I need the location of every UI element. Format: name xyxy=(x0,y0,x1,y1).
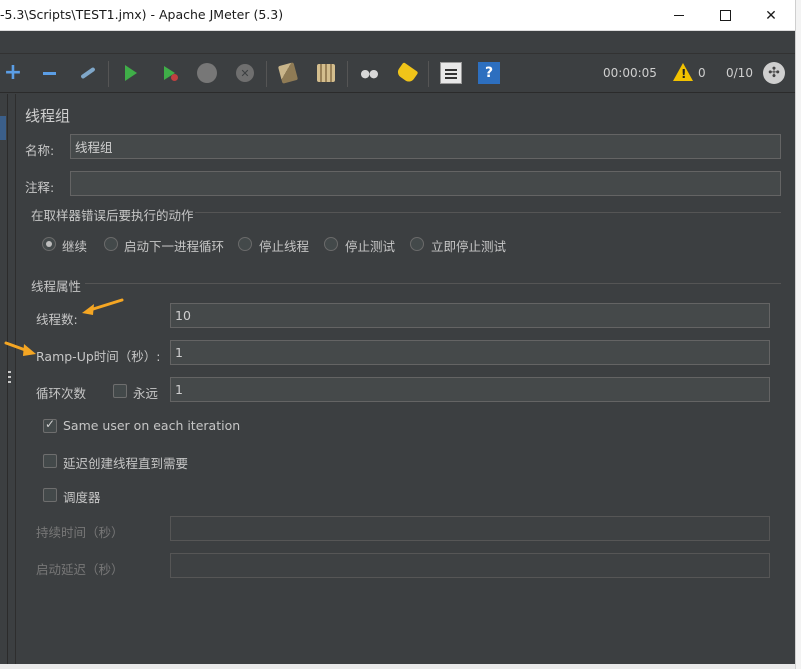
rampup-label: Ramp-Up时间（秒）: xyxy=(36,349,161,364)
radio-continue-label: 继续 xyxy=(62,239,88,254)
section-divider xyxy=(195,212,781,213)
page-title: 线程组 xyxy=(25,107,71,125)
toolbar-separator xyxy=(108,61,109,87)
forever-checkbox[interactable] xyxy=(113,384,127,398)
rampup-field[interactable] xyxy=(170,340,770,365)
same-user-label: Same user on each iteration xyxy=(63,418,241,433)
reset-search-icon[interactable] xyxy=(396,62,418,84)
startup-delay-field[interactable] xyxy=(170,553,770,578)
start-icon[interactable] xyxy=(120,62,142,84)
loop-count-label: 循环次数 xyxy=(36,386,87,401)
close-icon[interactable] xyxy=(748,0,794,31)
radio-stop-test[interactable] xyxy=(324,237,338,251)
comment-label: 注释: xyxy=(25,180,55,195)
delay-thread-creation-label: 延迟创建线程直到需要 xyxy=(63,456,189,471)
radio-stop-test-now-label: 立即停止测试 xyxy=(431,239,507,254)
taskbar-edge xyxy=(0,664,795,669)
thread-properties-section-title: 线程属性 xyxy=(31,279,82,294)
help-icon[interactable]: ? xyxy=(478,62,500,84)
section-divider xyxy=(85,283,781,284)
clear-all-icon[interactable] xyxy=(315,62,337,84)
active-threads: 0/10 xyxy=(726,66,753,80)
error-action-section-title: 在取样器错误后要执行的动作 xyxy=(31,208,194,223)
thread-group-panel: 线程组 名称: 注释: 在取样器错误后要执行的动作 继续 启动下一进程循环 停止… xyxy=(17,94,795,664)
same-user-checkbox[interactable] xyxy=(43,417,57,433)
delay-thread-creation-checkbox[interactable] xyxy=(43,454,57,468)
radio-stop-test-now[interactable] xyxy=(410,237,424,251)
remove-icon[interactable] xyxy=(38,62,60,84)
warning-count: 0 xyxy=(698,66,706,80)
menu-bar-area xyxy=(0,31,795,53)
forever-label: 永远 xyxy=(133,386,159,401)
warning-icon[interactable] xyxy=(673,63,693,81)
jmeter-app: ? 00:00:05 0 0/10 线程组 名称: 注释: 在取样器错误后要执行… xyxy=(0,31,795,664)
radio-stop-test-label: 停止测试 xyxy=(345,239,396,254)
stop-icon[interactable] xyxy=(196,62,218,84)
annotation-arrow-icon xyxy=(4,341,36,356)
radio-stop-thread[interactable] xyxy=(238,237,252,251)
name-label: 名称: xyxy=(25,143,55,158)
name-field[interactable] xyxy=(70,134,781,159)
maximize-icon[interactable] xyxy=(702,0,748,31)
shutdown-icon[interactable] xyxy=(234,62,256,84)
toolbar-separator xyxy=(428,61,429,87)
duration-field[interactable] xyxy=(170,516,770,541)
comment-field[interactable] xyxy=(70,171,781,196)
start-no-pauses-icon[interactable] xyxy=(158,62,180,84)
remote-icon[interactable] xyxy=(763,62,785,84)
startup-delay-label: 启动延迟（秒） xyxy=(36,562,124,577)
desktop-edge xyxy=(795,0,801,669)
radio-stop-thread-label: 停止线程 xyxy=(259,239,310,254)
duration-label: 持续时间（秒） xyxy=(36,525,124,540)
toolbar: ? 00:00:05 0 0/10 xyxy=(0,53,795,93)
annotation-arrow-icon xyxy=(82,298,124,315)
toggle-icon[interactable] xyxy=(77,62,99,84)
loop-count-field[interactable] xyxy=(170,377,770,402)
search-icon[interactable] xyxy=(358,62,380,84)
toolbar-separator xyxy=(266,61,267,87)
threads-label: 线程数: xyxy=(36,312,78,327)
clear-icon[interactable] xyxy=(277,62,299,84)
splitter-handle-icon[interactable] xyxy=(8,369,11,383)
tree-selected-node[interactable] xyxy=(0,116,6,140)
minimize-icon[interactable] xyxy=(656,0,702,31)
window-title: -5.3\Scripts\TEST1.jmx) - Apache JMeter … xyxy=(0,7,284,22)
window-title-bar: -5.3\Scripts\TEST1.jmx) - Apache JMeter … xyxy=(0,0,795,31)
elapsed-timer: 00:00:05 xyxy=(603,66,657,80)
function-helper-icon[interactable] xyxy=(440,62,462,84)
radio-start-next-loop[interactable] xyxy=(104,237,118,251)
scheduler-checkbox[interactable] xyxy=(43,488,57,502)
threads-field[interactable] xyxy=(170,303,770,328)
radio-continue[interactable] xyxy=(42,237,56,251)
radio-start-next-loop-label: 启动下一进程循环 xyxy=(124,239,225,254)
scheduler-label: 调度器 xyxy=(63,490,101,505)
test-plan-tree[interactable] xyxy=(0,94,8,664)
add-icon[interactable] xyxy=(2,62,24,84)
toolbar-separator xyxy=(347,61,348,87)
